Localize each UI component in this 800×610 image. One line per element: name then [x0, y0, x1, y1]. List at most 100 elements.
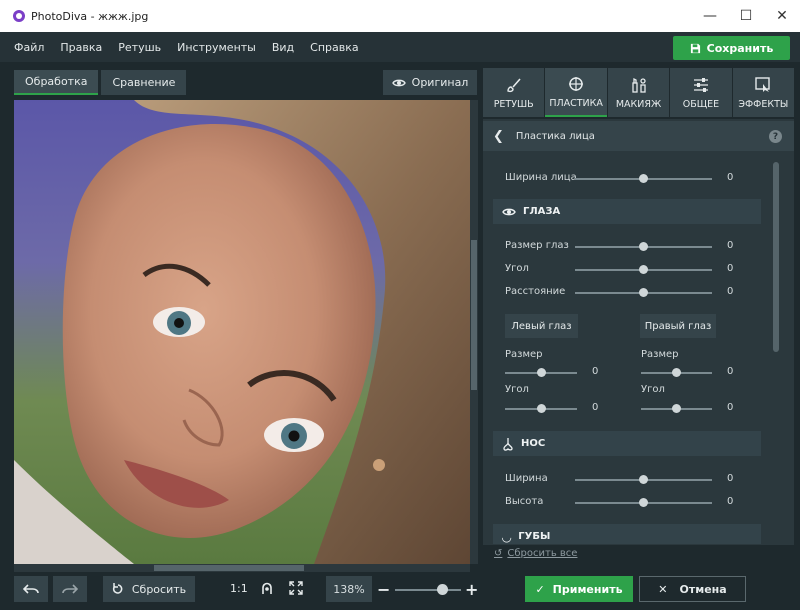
reset-icon [112, 583, 123, 594]
app-logo-icon [13, 10, 25, 22]
panel-scrollbar[interactable] [773, 162, 779, 352]
left-eye-angle-label: Угол [505, 384, 529, 395]
zoom-level[interactable]: 138% [326, 576, 372, 602]
eyes-section-title: ГЛАЗА [523, 206, 561, 217]
zoom-out-icon[interactable]: − [377, 580, 390, 599]
fit-screen-icon[interactable] [289, 581, 303, 595]
eye-distance-label: Расстояние [505, 286, 566, 297]
actual-size-button[interactable]: 1:1 [230, 582, 248, 595]
sliders-icon [693, 77, 708, 92]
cancel-button[interactable]: ✕ Отмена [639, 576, 746, 602]
photo-canvas[interactable] [14, 100, 470, 564]
menu-edit[interactable]: Правка [60, 41, 102, 54]
right-eye-button[interactable]: Правый глаз [640, 314, 716, 338]
eye-distance-value: 0 [727, 286, 734, 297]
panel-header: ❮ Пластика лица ? [483, 121, 794, 151]
menu-view[interactable]: Вид [272, 41, 294, 54]
window-controls: — ☐ ✕ [692, 0, 800, 32]
close-icon[interactable]: ✕ [764, 0, 800, 32]
save-button[interactable]: Сохранить [673, 36, 790, 60]
tab-general[interactable]: ОБЩЕЕ [670, 68, 732, 117]
apply-button[interactable]: ✓ Применить [525, 576, 633, 602]
zoom-slider[interactable] [395, 589, 461, 591]
eyes-section-header[interactable]: ГЛАЗА [493, 199, 761, 224]
plastic-icon [569, 76, 584, 91]
back-arrow-icon[interactable]: ❮ [493, 129, 504, 144]
nose-height-handle[interactable] [639, 498, 648, 507]
effects-icon [755, 76, 771, 92]
canvas-vertical-scrollbar[interactable] [470, 100, 478, 564]
menu-tools[interactable]: Инструменты [177, 41, 256, 54]
canvas-horizontal-scroll-thumb[interactable] [154, 565, 304, 571]
face-detect-icon[interactable] [260, 582, 274, 596]
nose-width-value: 0 [727, 473, 734, 484]
nose-width-label: Ширина [505, 473, 548, 484]
tab-compare[interactable]: Сравнение [101, 70, 187, 95]
tab-retouch-label: РЕТУШЬ [493, 98, 534, 110]
eye-size-value: 0 [727, 240, 734, 251]
tab-effects[interactable]: ЭФФЕКТЫ [732, 68, 795, 117]
left-eye-angle-value: 0 [592, 402, 599, 413]
left-eye-button[interactable]: Левый глаз [505, 314, 578, 338]
left-eye-angle-handle[interactable] [537, 404, 546, 413]
face-width-label: Ширина лица [505, 172, 577, 183]
makeup-icon [631, 77, 646, 93]
reset-button[interactable]: Сбросить [103, 576, 195, 602]
right-eye-size-label: Размер [641, 349, 679, 360]
right-eye-angle-handle[interactable] [672, 404, 681, 413]
undo-button[interactable] [14, 576, 48, 602]
reset-all-link[interactable]: ↺ Сбросить все [494, 548, 577, 559]
cancel-button-label: Отмена [679, 582, 727, 596]
tab-general-label: ОБЩЕЕ [682, 98, 720, 110]
eye-icon [391, 79, 406, 86]
redo-button[interactable] [53, 576, 87, 602]
tab-processing[interactable]: Обработка [14, 70, 99, 95]
tab-plastic-label: ПЛАСТИКА [549, 97, 603, 109]
tab-retouch[interactable]: РЕТУШЬ [483, 68, 545, 117]
lips-section-header[interactable]: ◡ ГУБЫ [493, 524, 761, 544]
tab-effects-label: ЭФФЕКТЫ [738, 98, 789, 110]
save-button-label: Сохранить [706, 41, 774, 55]
right-eye-size-value: 0 [727, 366, 734, 377]
eye-size-handle[interactable] [639, 242, 648, 251]
face-width-handle[interactable] [639, 174, 648, 183]
eye-angle-handle[interactable] [639, 265, 648, 274]
menu-retouch[interactable]: Ретушь [118, 41, 161, 54]
nose-section-header[interactable]: НОС [493, 431, 761, 456]
canvas-horizontal-scrollbar[interactable] [14, 564, 470, 572]
save-icon [690, 43, 700, 53]
tool-tabs: РЕТУШЬ ПЛАСТИКА МАКИЯЖ ОБЩЕЕ ЭФФЕКТЫ [483, 68, 795, 117]
check-icon: ✓ [535, 582, 545, 596]
canvas-vertical-scroll-thumb[interactable] [471, 240, 477, 390]
help-icon[interactable]: ? [769, 130, 782, 143]
eye-distance-handle[interactable] [639, 288, 648, 297]
maximize-icon[interactable]: ☐ [728, 0, 764, 32]
original-button[interactable]: Оригинал [383, 70, 477, 95]
lips-icon: ◡ [502, 529, 512, 544]
left-eye-size-label: Размер [505, 349, 543, 360]
left-eye-size-value: 0 [592, 366, 599, 377]
eye-angle-label: Угол [505, 263, 529, 274]
portrait-image [14, 100, 470, 564]
zoom-in-icon[interactable]: + [465, 580, 478, 599]
eye-angle-value: 0 [727, 263, 734, 274]
window-title: PhotoDiva - жжж.jpg [31, 9, 149, 23]
tab-makeup[interactable]: МАКИЯЖ [607, 68, 670, 117]
undo-icon [23, 584, 39, 594]
brush-icon [507, 77, 521, 92]
face-width-value: 0 [727, 172, 734, 183]
menu-file[interactable]: Файл [14, 41, 44, 54]
nose-section-title: НОС [521, 438, 546, 449]
eye-size-label: Размер глаз [505, 240, 569, 251]
tab-plastic[interactable]: ПЛАСТИКА [545, 68, 607, 117]
nose-width-handle[interactable] [639, 475, 648, 484]
title-bar: PhotoDiva - жжж.jpg — ☐ ✕ [0, 0, 800, 32]
zoom-slider-handle[interactable] [437, 584, 448, 595]
minimize-icon[interactable]: — [692, 0, 728, 32]
left-eye-size-handle[interactable] [537, 368, 546, 377]
right-eye-angle-label: Угол [641, 384, 665, 395]
eye-section-icon [502, 208, 516, 215]
menu-help[interactable]: Справка [310, 41, 358, 54]
right-eye-size-handle[interactable] [672, 368, 681, 377]
nose-height-label: Высота [505, 496, 544, 507]
